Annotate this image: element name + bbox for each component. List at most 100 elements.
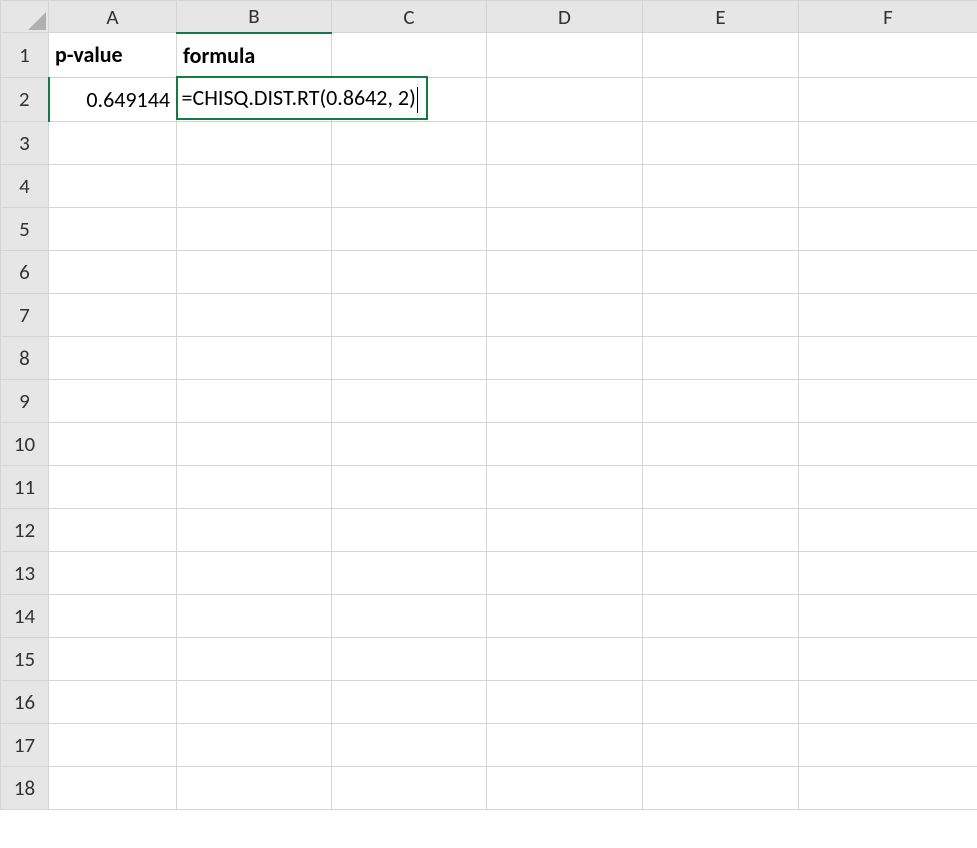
cell[interactable] bbox=[332, 551, 487, 594]
cell[interactable]: p-value bbox=[49, 33, 177, 78]
cell[interactable] bbox=[799, 465, 977, 508]
column-header[interactable]: C bbox=[332, 1, 487, 33]
cell[interactable] bbox=[177, 293, 332, 336]
cell[interactable] bbox=[643, 207, 799, 250]
cell[interactable] bbox=[49, 551, 177, 594]
cell[interactable] bbox=[332, 422, 487, 465]
cell[interactable] bbox=[49, 680, 177, 723]
row-header[interactable]: 6 bbox=[1, 250, 49, 293]
spreadsheet-grid[interactable]: ABCDEF 1p-valueformula20.649144345678910… bbox=[0, 0, 977, 810]
cell[interactable] bbox=[177, 594, 332, 637]
cell[interactable] bbox=[49, 164, 177, 207]
cell[interactable] bbox=[177, 336, 332, 379]
cell[interactable] bbox=[643, 508, 799, 551]
cell[interactable] bbox=[643, 766, 799, 809]
cell[interactable] bbox=[332, 121, 487, 164]
cell[interactable] bbox=[799, 77, 977, 121]
cell[interactable] bbox=[799, 723, 977, 766]
row-header[interactable]: 12 bbox=[1, 508, 49, 551]
cell[interactable] bbox=[49, 465, 177, 508]
cell[interactable] bbox=[487, 379, 643, 422]
cell[interactable] bbox=[799, 33, 977, 78]
column-header[interactable]: D bbox=[487, 1, 643, 33]
cell[interactable] bbox=[487, 336, 643, 379]
row-header[interactable]: 3 bbox=[1, 121, 49, 164]
cell[interactable] bbox=[49, 766, 177, 809]
cell[interactable] bbox=[487, 680, 643, 723]
cell[interactable] bbox=[332, 379, 487, 422]
row-header[interactable]: 15 bbox=[1, 637, 49, 680]
cell[interactable] bbox=[177, 207, 332, 250]
cell[interactable] bbox=[799, 508, 977, 551]
cell[interactable] bbox=[487, 508, 643, 551]
cell[interactable] bbox=[487, 293, 643, 336]
cell[interactable] bbox=[177, 766, 332, 809]
row-header[interactable]: 4 bbox=[1, 164, 49, 207]
cell[interactable] bbox=[643, 33, 799, 78]
cell[interactable]: formula bbox=[177, 33, 332, 78]
cell[interactable] bbox=[487, 33, 643, 78]
cell[interactable] bbox=[49, 594, 177, 637]
cell[interactable] bbox=[177, 379, 332, 422]
cell[interactable] bbox=[487, 207, 643, 250]
row-header[interactable]: 7 bbox=[1, 293, 49, 336]
row-header[interactable]: 14 bbox=[1, 594, 49, 637]
cell[interactable] bbox=[799, 422, 977, 465]
cell[interactable] bbox=[332, 680, 487, 723]
row-header[interactable]: 17 bbox=[1, 723, 49, 766]
cell[interactable] bbox=[49, 723, 177, 766]
cell[interactable] bbox=[643, 594, 799, 637]
cell[interactable] bbox=[177, 250, 332, 293]
row-header[interactable]: 16 bbox=[1, 680, 49, 723]
select-all-corner[interactable] bbox=[1, 1, 49, 33]
row-header[interactable]: 8 bbox=[1, 336, 49, 379]
cell[interactable] bbox=[643, 422, 799, 465]
cell[interactable] bbox=[487, 465, 643, 508]
cell[interactable] bbox=[177, 465, 332, 508]
cell[interactable] bbox=[799, 293, 977, 336]
cell[interactable] bbox=[799, 336, 977, 379]
cell[interactable] bbox=[643, 465, 799, 508]
cell[interactable] bbox=[643, 551, 799, 594]
cell[interactable] bbox=[487, 164, 643, 207]
cell[interactable] bbox=[643, 680, 799, 723]
cell[interactable] bbox=[332, 594, 487, 637]
cell[interactable] bbox=[487, 422, 643, 465]
cell[interactable] bbox=[49, 508, 177, 551]
cell[interactable] bbox=[177, 508, 332, 551]
row-header[interactable]: 1 bbox=[1, 33, 49, 78]
cell[interactable] bbox=[332, 637, 487, 680]
cell[interactable] bbox=[487, 637, 643, 680]
cell[interactable] bbox=[487, 594, 643, 637]
cell[interactable] bbox=[49, 250, 177, 293]
cell[interactable] bbox=[332, 723, 487, 766]
cell[interactable] bbox=[487, 77, 643, 121]
cell[interactable] bbox=[799, 637, 977, 680]
cell[interactable] bbox=[177, 680, 332, 723]
cell[interactable] bbox=[332, 766, 487, 809]
cell[interactable] bbox=[177, 121, 332, 164]
row-header[interactable]: 10 bbox=[1, 422, 49, 465]
cell[interactable] bbox=[332, 336, 487, 379]
cell[interactable] bbox=[49, 422, 177, 465]
row-header[interactable]: 9 bbox=[1, 379, 49, 422]
cell[interactable] bbox=[332, 293, 487, 336]
row-header[interactable]: 5 bbox=[1, 207, 49, 250]
row-header[interactable]: 2 bbox=[1, 77, 49, 121]
cell[interactable] bbox=[799, 379, 977, 422]
cell[interactable] bbox=[177, 164, 332, 207]
cell[interactable] bbox=[49, 293, 177, 336]
cell[interactable] bbox=[643, 121, 799, 164]
cell[interactable] bbox=[799, 766, 977, 809]
row-header[interactable]: 18 bbox=[1, 766, 49, 809]
column-header[interactable]: E bbox=[643, 1, 799, 33]
cell[interactable] bbox=[487, 551, 643, 594]
cell[interactable] bbox=[799, 551, 977, 594]
cell[interactable] bbox=[49, 336, 177, 379]
cell[interactable] bbox=[332, 164, 487, 207]
cell[interactable] bbox=[487, 723, 643, 766]
cell[interactable] bbox=[177, 723, 332, 766]
cell[interactable] bbox=[487, 250, 643, 293]
cell[interactable] bbox=[49, 207, 177, 250]
cell-editor[interactable]: =CHISQ.DIST.RT(0.8642, 2) bbox=[176, 76, 428, 120]
